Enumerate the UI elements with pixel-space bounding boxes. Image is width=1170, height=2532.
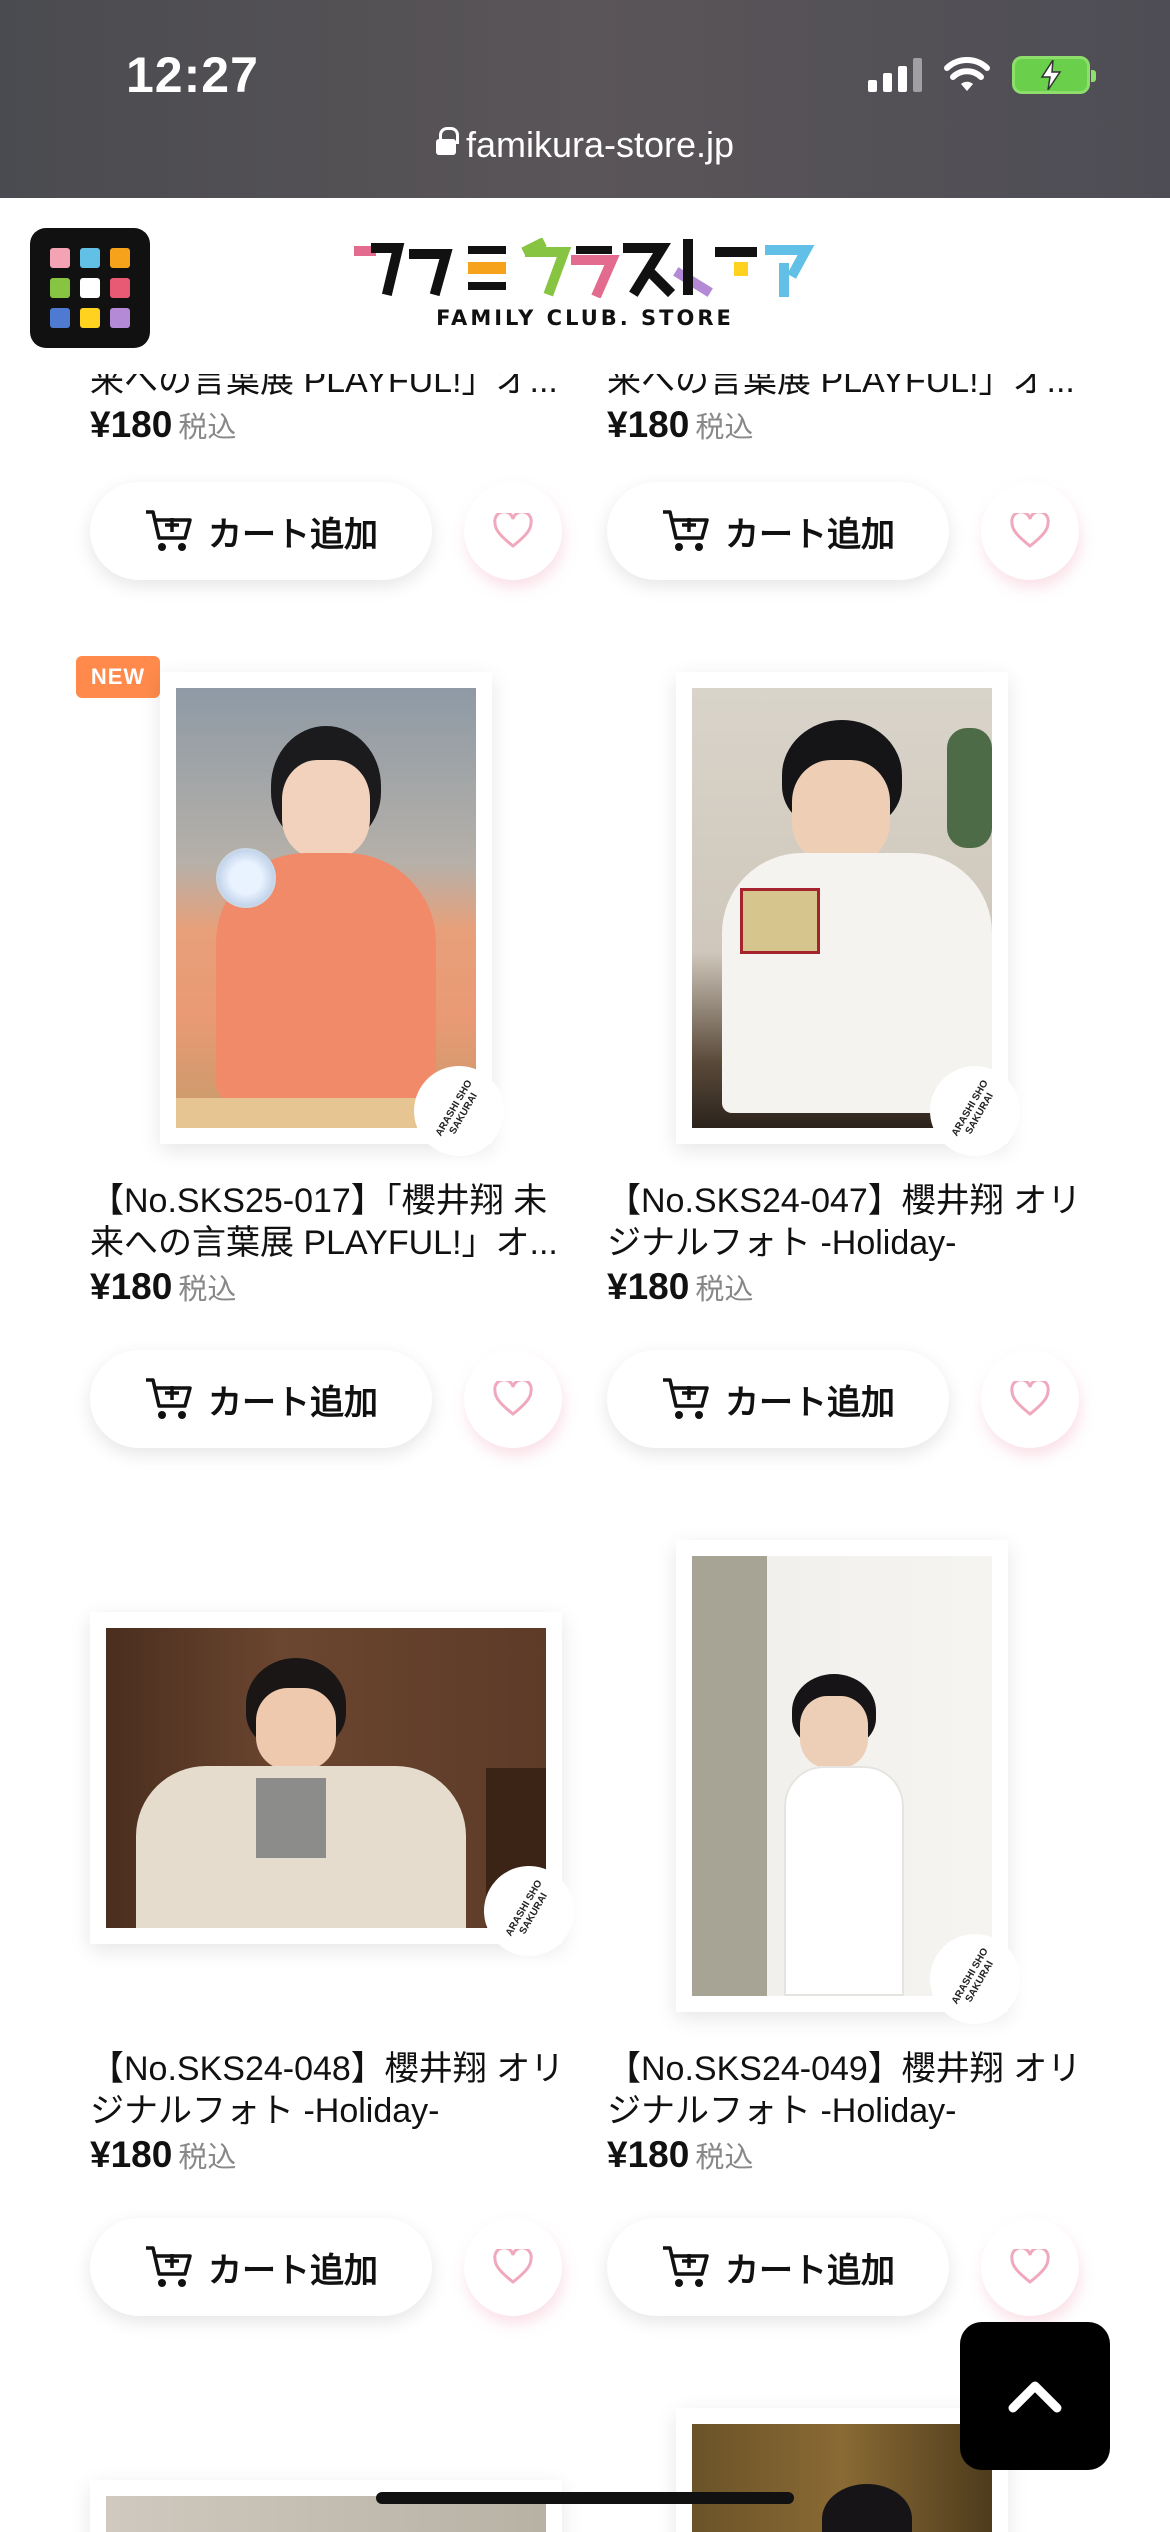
add-to-cart-button[interactable]: カート追加: [90, 482, 432, 580]
store-logo[interactable]: FAMILY CLUB. STORE: [350, 238, 820, 340]
favorite-button[interactable]: [464, 2218, 562, 2316]
add-to-cart-button[interactable]: カート追加: [607, 2218, 949, 2316]
lock-icon: [435, 127, 459, 155]
product-title-line[interactable]: 【No.SKS24-048】櫻井翔 オリ: [90, 2048, 608, 2090]
tax-label: 税込: [695, 1274, 754, 1306]
product-image[interactable]: ARASHI SHO SAKURAI: [676, 672, 1037, 1173]
add-to-cart-button[interactable]: カート追加: [90, 2218, 432, 2316]
battery-icon: [1012, 56, 1096, 94]
add-to-cart-button[interactable]: カート追加: [607, 1350, 949, 1448]
favorite-button[interactable]: [981, 2218, 1079, 2316]
product-actions: カート追加: [607, 1350, 1079, 1448]
tax-label: 税込: [178, 412, 237, 444]
product-image[interactable]: [676, 2408, 1008, 2532]
product-actions: カート追加: [90, 482, 562, 580]
new-badge: NEW: [76, 656, 160, 698]
add-to-cart-label: カート追加: [725, 515, 895, 554]
heart-icon: [1010, 1381, 1050, 1416]
signal-icon: [868, 58, 922, 92]
status-bar: 12:27 famikura-store.jp: [0, 0, 1170, 198]
favorite-button[interactable]: [981, 482, 1079, 580]
add-to-cart-label: カート追加: [208, 1383, 378, 1422]
product-image[interactable]: ARASHI SHO SAKURAI: [90, 1612, 591, 1973]
product-card[interactable]: 【No.SKS24-049】櫻井翔 オリ ジナルフォト -Holiday- ¥1…: [607, 2048, 1125, 2176]
cart-icon: [146, 510, 192, 551]
heart-icon: [1010, 2249, 1050, 2284]
product-actions: カート追加: [90, 1350, 562, 1448]
heart-icon: [493, 513, 533, 548]
product-card[interactable]: 【No.SKS24-047】櫻井翔 オリ ジナルフォト -Holiday- ¥1…: [607, 1180, 1125, 1308]
cart-icon: [663, 1378, 709, 1419]
product-actions: カート追加: [90, 2218, 562, 2316]
tax-label: 税込: [695, 2142, 754, 2174]
add-to-cart-button[interactable]: カート追加: [90, 1350, 432, 1448]
favorite-button[interactable]: [464, 482, 562, 580]
wifi-icon: [944, 57, 990, 91]
product-image[interactable]: [90, 2480, 562, 2532]
favorite-button[interactable]: [981, 1350, 1079, 1448]
product-title-line[interactable]: 【No.SKS24-047】櫻井翔 オリ: [607, 1180, 1125, 1222]
product-card[interactable]: 【No.SKS24-048】櫻井翔 オリ ジナルフォト -Holiday- ¥1…: [90, 2048, 608, 2176]
product-actions: カート追加: [607, 482, 1079, 580]
chevron-up-icon: [1008, 2381, 1062, 2413]
heart-icon: [493, 2249, 533, 2284]
menu-grid-button[interactable]: [30, 228, 150, 348]
heart-icon: [1010, 513, 1050, 548]
product-price: ¥180: [607, 1266, 690, 1307]
scroll-to-top-button[interactable]: [960, 2322, 1110, 2470]
cart-icon: [663, 510, 709, 551]
product-price: ¥180: [607, 404, 690, 445]
cart-icon: [146, 2246, 192, 2287]
product-title-line[interactable]: ジナルフォト -Holiday-: [90, 2090, 608, 2132]
product-title-line[interactable]: ジナルフォト -Holiday-: [607, 1222, 1125, 1264]
favorite-button[interactable]: [464, 1350, 562, 1448]
address-text: famikura-store.jp: [465, 124, 735, 165]
status-time: 12:27: [126, 47, 259, 103]
product-card[interactable]: 【No.SKS25-017】「櫻井翔 未 来への言葉展 PLAYFUL!」オ..…: [90, 1180, 608, 1308]
product-title-line[interactable]: ジナルフォト -Holiday-: [607, 2090, 1125, 2132]
logo-text-graphic: [354, 238, 815, 298]
product-title-line[interactable]: 【No.SKS24-049】櫻井翔 オリ: [607, 2048, 1125, 2090]
tax-label: 税込: [178, 2142, 237, 2174]
add-to-cart-label: カート追加: [208, 2251, 378, 2290]
product-actions: カート追加: [607, 2218, 1079, 2316]
status-icons: [868, 56, 1096, 94]
add-to-cart-button[interactable]: カート追加: [607, 482, 949, 580]
tax-label: 税込: [178, 1274, 237, 1306]
add-to-cart-label: カート追加: [725, 1383, 895, 1422]
logo-subtitle: FAMILY CLUB. STORE: [436, 306, 734, 330]
product-price: ¥180: [90, 2134, 173, 2175]
tax-label: 税込: [695, 412, 754, 444]
cart-icon: [663, 2246, 709, 2287]
add-to-cart-label: カート追加: [725, 2251, 895, 2290]
product-image[interactable]: ARASHI SHO SAKURAI: [676, 1540, 1037, 2041]
address-bar[interactable]: famikura-store.jp: [0, 124, 1170, 166]
product-price: ¥180: [90, 1266, 173, 1307]
home-indicator: [376, 2492, 794, 2504]
heart-icon: [493, 1381, 533, 1416]
logo-mark: [350, 238, 820, 298]
product-image[interactable]: ARASHI SHO SAKURAI: [160, 672, 521, 1173]
cart-icon: [146, 1378, 192, 1419]
add-to-cart-label: カート追加: [208, 515, 378, 554]
site-header: FAMILY CLUB. STORE: [0, 198, 1170, 374]
product-title-line[interactable]: 【No.SKS25-017】「櫻井翔 未: [90, 1180, 608, 1222]
product-title-line[interactable]: 来への言葉展 PLAYFUL!」オ...: [90, 1222, 608, 1264]
product-price: ¥180: [607, 2134, 690, 2175]
product-price: ¥180: [90, 404, 173, 445]
